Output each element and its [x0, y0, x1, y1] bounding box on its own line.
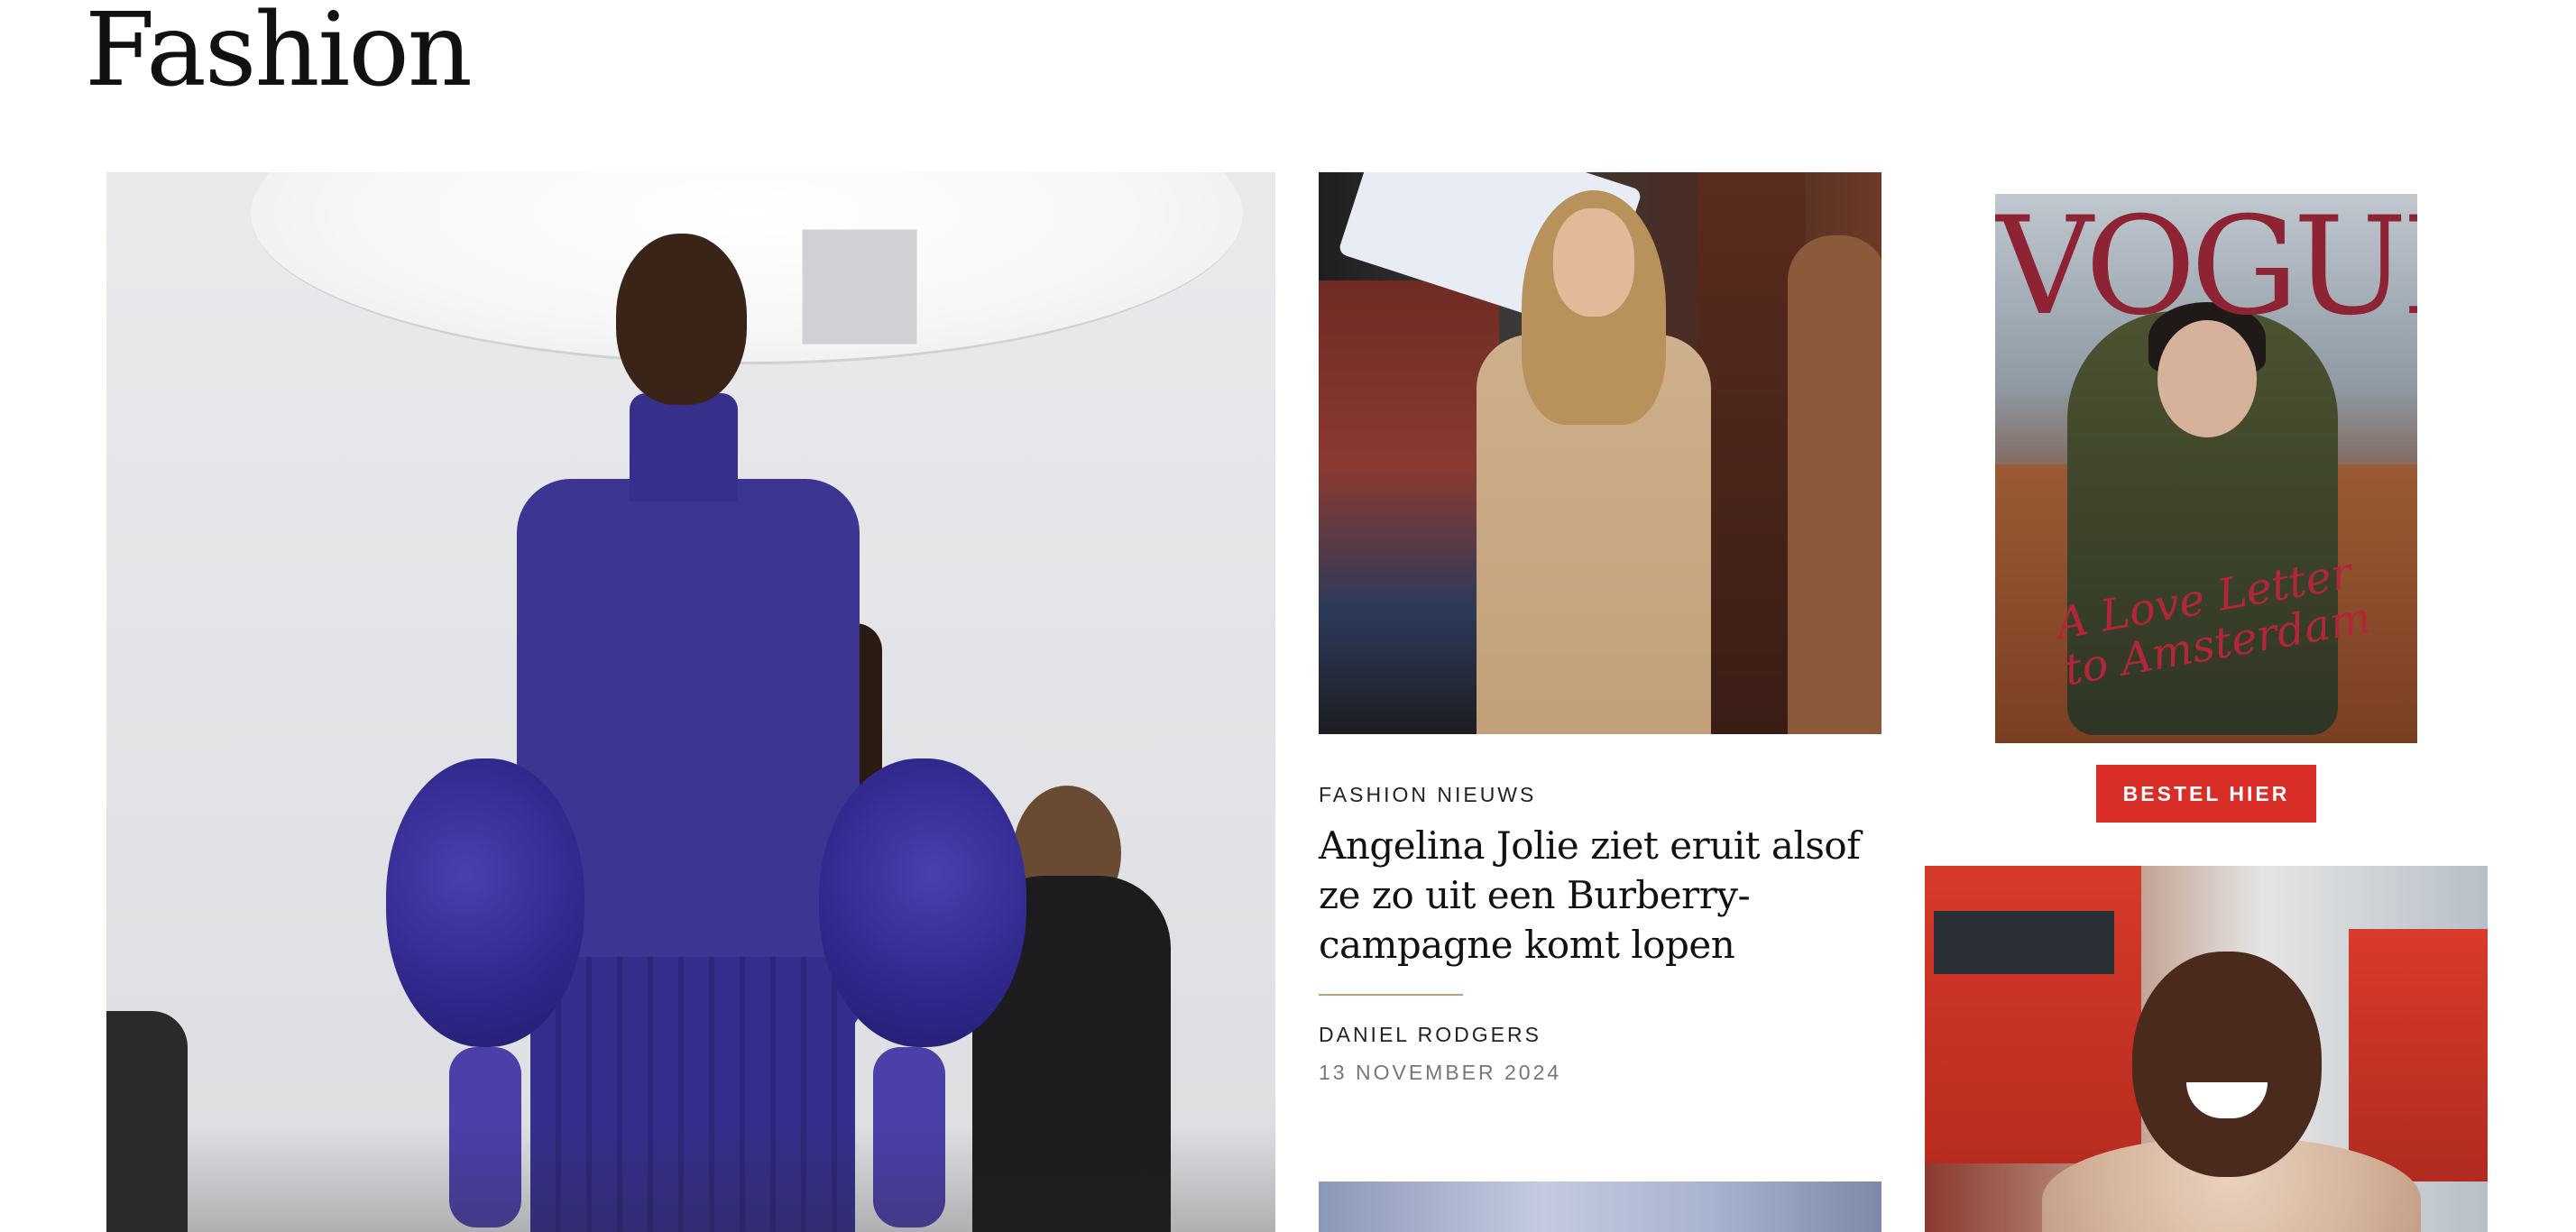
vogue-masthead: VOGUE — [1995, 194, 2417, 345]
next-article-photo[interactable] — [1319, 1181, 1881, 1232]
photo-smiling-person — [2132, 952, 2322, 1177]
street-style-photo[interactable] — [1925, 866, 2488, 1232]
photo-model-head — [616, 234, 747, 405]
photo-model-fur-sleeve-right — [819, 759, 1026, 1047]
photo-face — [1553, 208, 1634, 317]
magazine-cover[interactable]: VOGUE A Love Letter to Amsterdam — [1995, 194, 2417, 743]
photo-photographers — [1319, 280, 1499, 734]
photo-model-turtleneck — [630, 393, 738, 501]
photo-side-woman — [1788, 235, 1881, 734]
photo-floor-shade — [106, 1124, 1275, 1232]
section-title: Fashion — [85, 0, 473, 109]
photo-red-bus-right — [2349, 929, 2488, 1181]
article-accent-rule — [1319, 994, 1463, 996]
photo-bus-window — [1934, 911, 2114, 974]
article-photo[interactable] — [1319, 172, 1881, 734]
photo-ceiling-light — [251, 172, 1243, 364]
featured-runway-photo[interactable] — [106, 172, 1275, 1232]
photo-model-fur-sleeve-left — [386, 759, 584, 1047]
article-date: 13 NOVEMBER 2024 — [1319, 1061, 1562, 1084]
order-magazine-button[interactable]: BESTEL HIER — [2096, 765, 2316, 823]
article-author[interactable]: DANIEL RODGERS — [1319, 1023, 1541, 1047]
article-headline-link[interactable]: Angelina Jolie ziet eruit alsof ze zo ui… — [1319, 821, 1896, 970]
article-category[interactable]: FASHION NIEUWS — [1319, 783, 1536, 807]
